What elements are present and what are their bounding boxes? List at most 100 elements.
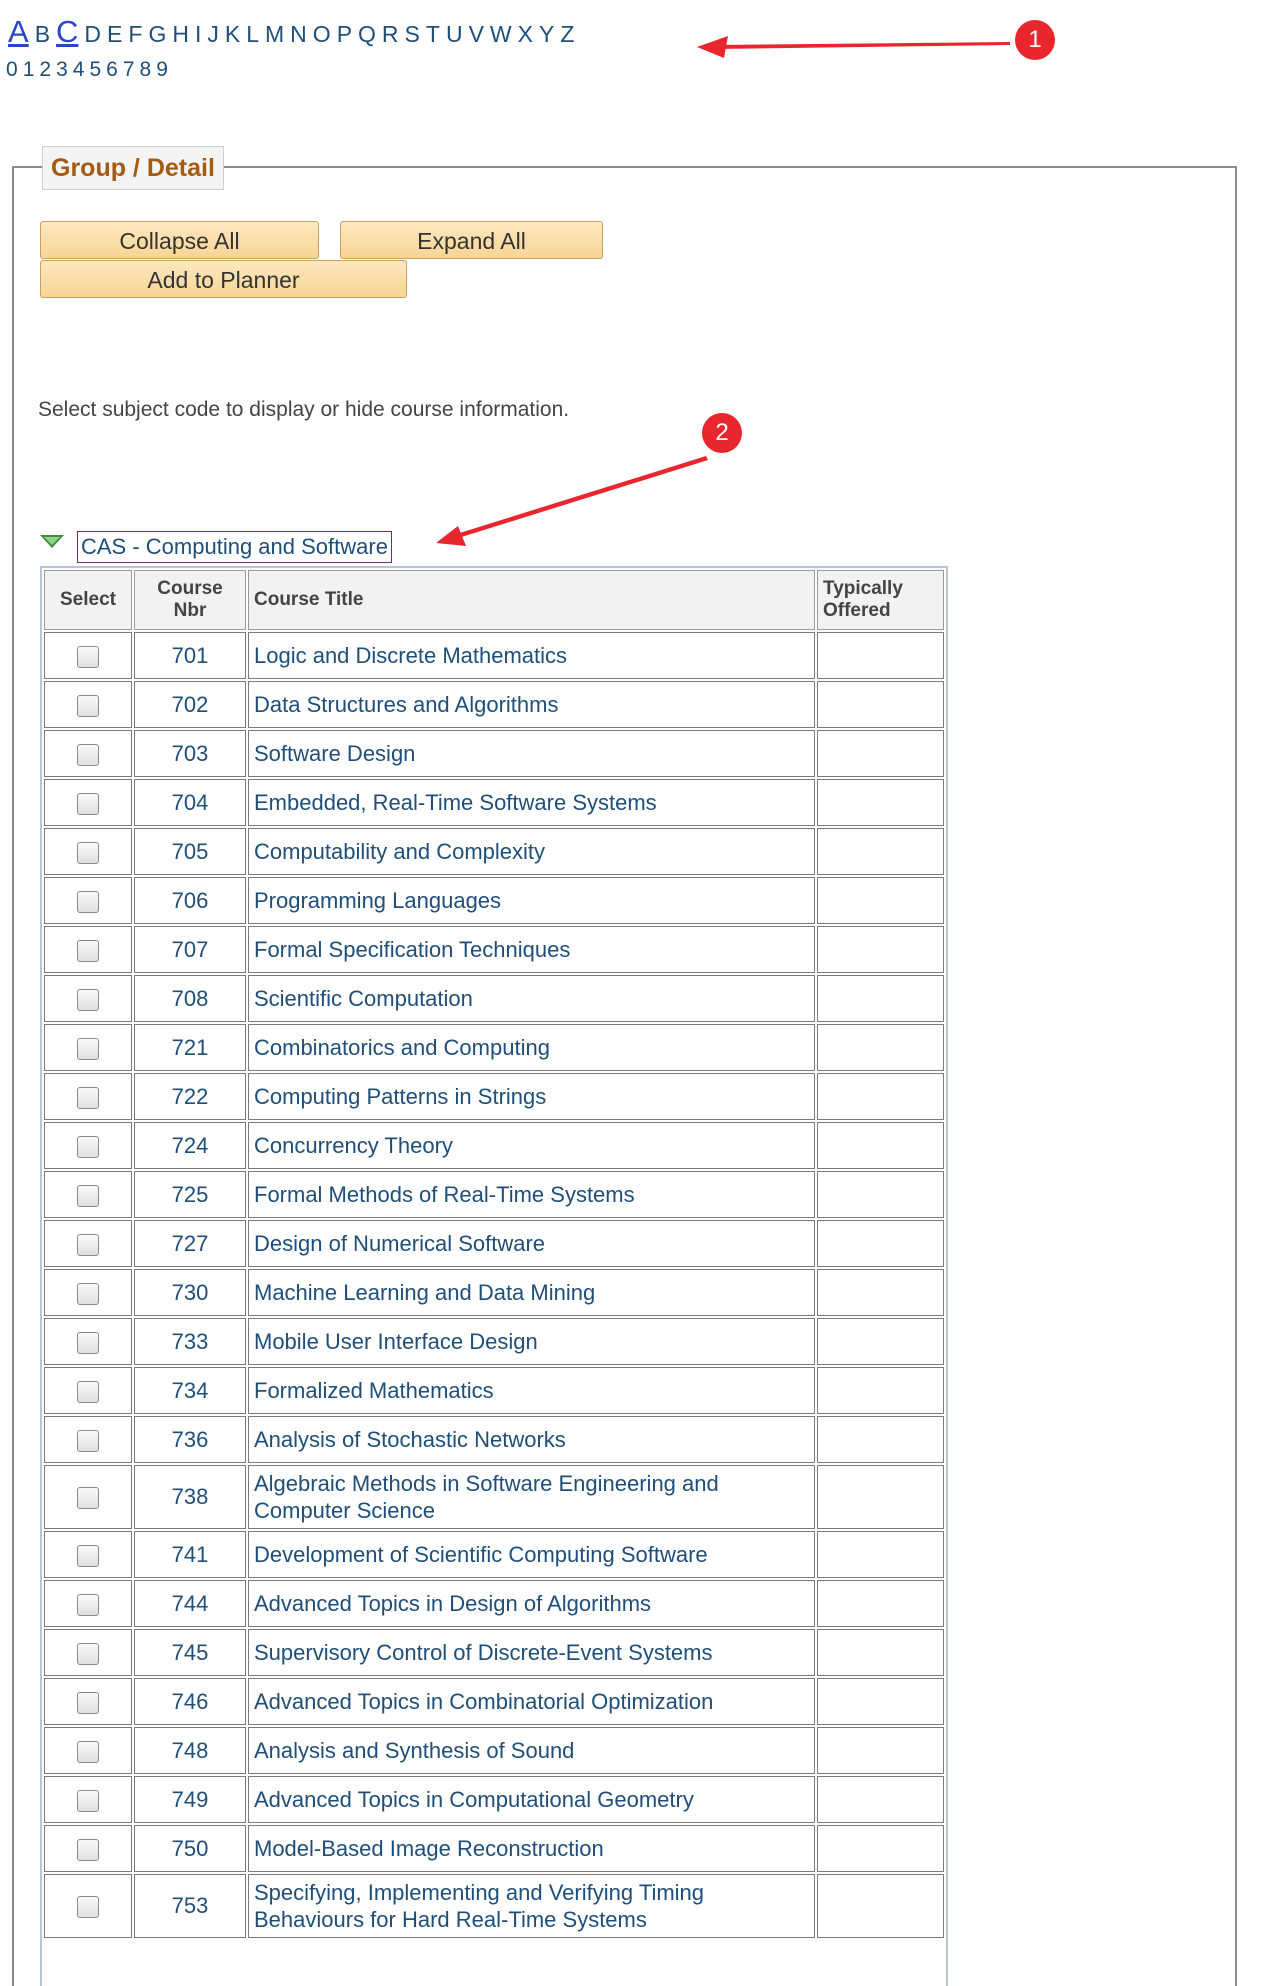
course-title-link[interactable]: Analysis and Synthesis of Sound: [254, 1737, 809, 1764]
course-nbr[interactable]: 727: [134, 1220, 246, 1267]
expand-all-button[interactable]: Expand All: [340, 221, 603, 259]
select-checkbox[interactable]: [77, 1740, 99, 1763]
course-title-link-line2[interactable]: Behaviours for Hard Real-Time Systems: [254, 1906, 809, 1933]
typically-offered: [817, 1367, 944, 1414]
typically-offered: [817, 828, 944, 875]
course-title-link[interactable]: Formalized Mathematics: [254, 1377, 809, 1404]
course-title-link[interactable]: Combinatorics and Computing: [254, 1034, 809, 1061]
course-title-link[interactable]: Logic and Discrete Mathematics: [254, 642, 809, 669]
select-checkbox[interactable]: [77, 1789, 99, 1812]
select-checkbox[interactable]: [77, 1691, 99, 1714]
course-nbr[interactable]: 745: [134, 1629, 246, 1676]
select-checkbox[interactable]: [77, 1037, 99, 1060]
course-title-link[interactable]: Data Structures and Algorithms: [254, 691, 809, 718]
select-checkbox[interactable]: [77, 694, 99, 717]
course-nbr[interactable]: 705: [134, 828, 246, 875]
select-checkbox[interactable]: [77, 743, 99, 766]
select-cell: [44, 1220, 132, 1267]
select-checkbox[interactable]: [77, 1086, 99, 1109]
course-nbr[interactable]: 707: [134, 926, 246, 973]
course-nbr[interactable]: 703: [134, 730, 246, 777]
select-cell: [44, 1318, 132, 1365]
course-title-link[interactable]: Mobile User Interface Design: [254, 1328, 809, 1355]
typically-offered: [817, 1122, 944, 1169]
select-checkbox[interactable]: [77, 1487, 99, 1510]
course-nbr[interactable]: 734: [134, 1367, 246, 1414]
course-title: Supervisory Control of Discrete-Event Sy…: [248, 1629, 815, 1676]
typically-offered: [817, 1580, 944, 1627]
add-to-planner-button[interactable]: Add to Planner: [40, 260, 407, 298]
course-nbr[interactable]: 702: [134, 681, 246, 728]
course-title-link-line2[interactable]: Computer Science: [254, 1497, 809, 1524]
select-checkbox[interactable]: [77, 1593, 99, 1616]
course-title: Scientific Computation: [248, 975, 815, 1022]
select-checkbox[interactable]: [77, 1544, 99, 1567]
course-nbr[interactable]: 722: [134, 1073, 246, 1120]
course-nbr[interactable]: 701: [134, 632, 246, 679]
course-nbr[interactable]: 708: [134, 975, 246, 1022]
course-title-link[interactable]: Scientific Computation: [254, 985, 809, 1012]
course-title-link[interactable]: Supervisory Control of Discrete-Event Sy…: [254, 1639, 809, 1666]
select-checkbox[interactable]: [77, 1331, 99, 1354]
select-checkbox[interactable]: [77, 890, 99, 913]
course-title: Formalized Mathematics: [248, 1367, 815, 1414]
course-title-link[interactable]: Development of Scientific Computing Soft…: [254, 1541, 809, 1568]
table-header-row: Select Course Nbr Course Title Typically…: [44, 570, 944, 630]
course-title-link[interactable]: Concurrency Theory: [254, 1132, 809, 1159]
select-checkbox[interactable]: [77, 1135, 99, 1158]
course-nbr[interactable]: 753: [134, 1874, 246, 1938]
course-nbr[interactable]: 748: [134, 1727, 246, 1774]
select-checkbox[interactable]: [77, 645, 99, 668]
course-title-link[interactable]: Formal Methods of Real-Time Systems: [254, 1181, 809, 1208]
course-nbr[interactable]: 741: [134, 1531, 246, 1578]
course-title-link[interactable]: Advanced Topics in Design of Algorithms: [254, 1590, 809, 1617]
course-nbr[interactable]: 738: [134, 1465, 246, 1529]
course-title-link[interactable]: Specifying, Implementing and Verifying T…: [254, 1879, 809, 1906]
table-row: 741 Development of Scientific Computing S…: [44, 1531, 944, 1578]
course-nbr[interactable]: 749: [134, 1776, 246, 1823]
select-checkbox[interactable]: [77, 841, 99, 864]
select-checkbox[interactable]: [77, 1838, 99, 1861]
course-title-link[interactable]: Computing Patterns in Strings: [254, 1083, 809, 1110]
course-nbr[interactable]: 733: [134, 1318, 246, 1365]
course-title-link[interactable]: Machine Learning and Data Mining: [254, 1279, 809, 1306]
subject-link-cas[interactable]: CAS - Computing and Software: [77, 531, 392, 563]
course-nbr[interactable]: 725: [134, 1171, 246, 1218]
course-nbr[interactable]: 706: [134, 877, 246, 924]
course-title-link[interactable]: Programming Languages: [254, 887, 809, 914]
course-title-link[interactable]: Analysis of Stochastic Networks: [254, 1426, 809, 1453]
select-checkbox[interactable]: [77, 988, 99, 1011]
course-title-link[interactable]: Algebraic Methods in Software Engineerin…: [254, 1470, 809, 1497]
course-nbr[interactable]: 704: [134, 779, 246, 826]
select-checkbox[interactable]: [77, 1184, 99, 1207]
course-nbr[interactable]: 746: [134, 1678, 246, 1725]
course-title: Formal Methods of Real-Time Systems: [248, 1171, 815, 1218]
course-title-link[interactable]: Formal Specification Techniques: [254, 936, 809, 963]
course-title-link[interactable]: Embedded, Real-Time Software Systems: [254, 789, 809, 816]
select-checkbox[interactable]: [77, 939, 99, 962]
select-cell: [44, 779, 132, 826]
course-nbr[interactable]: 724: [134, 1122, 246, 1169]
select-checkbox[interactable]: [77, 1380, 99, 1403]
table-row: 727 Design of Numerical Software: [44, 1220, 944, 1267]
select-cell: [44, 1024, 132, 1071]
course-title-link[interactable]: Advanced Topics in Computational Geometr…: [254, 1786, 809, 1813]
course-nbr[interactable]: 721: [134, 1024, 246, 1071]
course-title-link[interactable]: Computability and Complexity: [254, 838, 809, 865]
select-checkbox[interactable]: [77, 1642, 99, 1665]
select-checkbox[interactable]: [77, 792, 99, 815]
course-title-link[interactable]: Design of Numerical Software: [254, 1230, 809, 1257]
select-checkbox[interactable]: [77, 1233, 99, 1256]
select-checkbox[interactable]: [77, 1429, 99, 1452]
course-title-link[interactable]: Software Design: [254, 740, 809, 767]
course-nbr[interactable]: 744: [134, 1580, 246, 1627]
select-checkbox[interactable]: [77, 1282, 99, 1305]
course-title: Combinatorics and Computing: [248, 1024, 815, 1071]
select-checkbox[interactable]: [77, 1896, 99, 1919]
course-nbr[interactable]: 736: [134, 1416, 246, 1463]
course-title-link[interactable]: Model-Based Image Reconstruction: [254, 1835, 809, 1862]
course-nbr[interactable]: 730: [134, 1269, 246, 1316]
course-title-link[interactable]: Advanced Topics in Combinatorial Optimiz…: [254, 1688, 809, 1715]
collapse-all-button[interactable]: Collapse All: [40, 221, 319, 259]
course-nbr[interactable]: 750: [134, 1825, 246, 1872]
